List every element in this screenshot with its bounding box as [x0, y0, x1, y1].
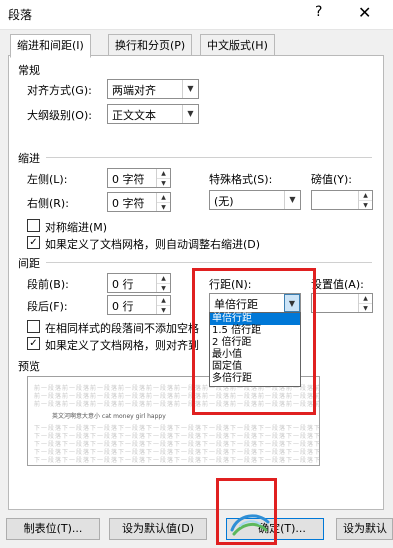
left-indent-spinner[interactable]: ▲ ▼ — [156, 169, 170, 187]
checkbox-box[interactable] — [27, 219, 40, 232]
alignment-value: 两端对齐 — [112, 84, 156, 97]
checkmark-icon[interactable]: ✓ — [27, 337, 40, 350]
tabs-button[interactable]: 制表位(T)... — [6, 518, 100, 540]
chevron-down-icon[interactable]: ▼ — [284, 294, 300, 312]
alignment-select[interactable]: 两端对齐 ▼ — [107, 79, 199, 99]
mirror-indent-label: 对称缩进(M) — [45, 221, 108, 234]
measure-label: 磅值(Y): — [311, 173, 353, 186]
up-arrow-icon[interactable]: ▲ — [157, 193, 170, 202]
space-before-label: 段前(B): — [27, 278, 69, 291]
line-spacing-option[interactable]: 多倍行距 — [210, 373, 300, 385]
chevron-down-icon: ▼ — [182, 105, 198, 123]
line-spacing-option[interactable]: 固定值 — [210, 361, 300, 373]
preview-box: 前一段落前一段落前一段落前一段落前一段落前一段落前一段落前一段落前一段落前一段落… — [27, 376, 320, 466]
set-default-button[interactable]: 设为默认值(D) — [109, 518, 207, 540]
measure-input[interactable]: ▲ ▼ — [311, 190, 373, 210]
ok-suffix: (T)... — [280, 522, 306, 535]
left-indent-label: 左侧(L): — [27, 173, 68, 186]
right-indent-input[interactable]: 0 字符 ▲ ▼ — [107, 192, 171, 212]
right-indent-value: 0 字符 — [112, 197, 145, 210]
space-after-spinner[interactable]: ▲ ▼ — [156, 296, 170, 314]
special-format-select[interactable]: (无) ▼ — [209, 190, 301, 210]
up-arrow-icon[interactable]: ▲ — [157, 296, 170, 305]
line-spacing-label: 行距(N): — [209, 278, 252, 291]
tab-line-page-breaks[interactable]: 换行和分页(P) — [108, 34, 193, 56]
down-arrow-icon[interactable]: ▼ — [157, 202, 170, 211]
space-after-value: 0 行 — [112, 300, 134, 313]
space-before-spinner[interactable]: ▲ ▼ — [156, 274, 170, 292]
outline-value: 正文文本 — [112, 109, 156, 122]
window-title: 段落 — [8, 8, 33, 22]
line-spacing-option[interactable]: 最小值 — [210, 349, 300, 361]
watermark-logo — [230, 514, 270, 536]
line-spacing-option[interactable]: 2 倍行距 — [210, 337, 300, 349]
chevron-down-icon: ▼ — [182, 80, 198, 98]
up-arrow-icon[interactable]: ▲ — [359, 294, 372, 303]
set-default-button-2[interactable]: 设为默认 — [336, 518, 393, 540]
space-after-label: 段后(F): — [27, 300, 68, 313]
down-arrow-icon[interactable]: ▼ — [157, 283, 170, 292]
setting-value-label: 设置值(A): — [311, 278, 364, 291]
general-header: 常规 — [18, 64, 40, 77]
down-arrow-icon[interactable]: ▼ — [359, 303, 372, 312]
close-button[interactable]: ✕ — [358, 3, 371, 22]
spacing-header: 间距 — [18, 257, 40, 270]
right-indent-spinner[interactable]: ▲ ▼ — [156, 193, 170, 211]
line-spacing-dropdown: 单倍行距 1.5 倍行距 2 倍行距 最小值 固定值 多倍行距 — [209, 312, 301, 387]
checkmark-icon[interactable]: ✓ — [27, 236, 40, 249]
space-after-input[interactable]: 0 行 ▲ ▼ — [107, 295, 171, 315]
title-bar: 段落 ? ✕ — [0, 0, 393, 30]
up-arrow-icon[interactable]: ▲ — [157, 169, 170, 178]
chevron-down-icon: ▼ — [284, 191, 300, 209]
tab-asian-typography[interactable]: 中文版式(H) — [200, 34, 275, 56]
special-format-value: (无) — [214, 195, 234, 208]
space-before-value: 0 行 — [112, 278, 134, 291]
left-indent-value: 0 字符 — [112, 173, 145, 186]
space-before-input[interactable]: 0 行 ▲ ▼ — [107, 273, 171, 293]
tab-indent-spacing[interactable]: 缩进和间距(I) — [10, 34, 91, 58]
measure-spinner[interactable]: ▲ ▼ — [358, 191, 372, 209]
checkbox-box[interactable] — [27, 320, 40, 333]
snap-to-grid-label: 如果定义了文档网格，则对齐到 — [45, 339, 199, 352]
line-spacing-option[interactable]: 单倍行距 — [210, 313, 300, 325]
spacing-separator — [46, 262, 372, 263]
line-spacing-value: 单倍行距 — [214, 298, 258, 311]
right-indent-label: 右侧(R): — [27, 197, 69, 210]
preview-prev-line: 前一段落前一段落前一段落前一段落前一段落前一段落前一段落前一段落前一段落前一段落… — [34, 401, 320, 408]
line-spacing-option[interactable]: 1.5 倍行距 — [210, 325, 300, 337]
alignment-label: 对齐方式(G): — [27, 84, 92, 97]
preview-header: 预览 — [18, 360, 40, 373]
outline-select[interactable]: 正文文本 ▼ — [107, 104, 199, 124]
left-indent-input[interactable]: 0 字符 ▲ ▼ — [107, 168, 171, 188]
setting-value-spinner[interactable]: ▲ ▼ — [358, 294, 372, 312]
setting-value-input[interactable]: ▲ ▼ — [311, 293, 373, 313]
down-arrow-icon[interactable]: ▼ — [157, 305, 170, 314]
help-button[interactable]: ? — [315, 4, 322, 20]
preview-next-line: 下一段落下一段落下一段落下一段落下一段落下一段落下一段落下一段落下一段落下一段落… — [34, 457, 320, 464]
outline-label: 大纲级别(O): — [27, 109, 92, 122]
indent-header: 缩进 — [18, 152, 40, 165]
line-spacing-select[interactable]: 单倍行距 ▼ — [209, 293, 301, 313]
auto-adjust-label: 如果定义了文档网格，则自动调整右缩进(D) — [45, 238, 261, 251]
down-arrow-icon[interactable]: ▼ — [359, 200, 372, 209]
up-arrow-icon[interactable]: ▲ — [157, 274, 170, 283]
preview-sample-text: 英文河啊意大意小 cat money girl happy — [52, 413, 166, 420]
special-format-label: 特殊格式(S): — [209, 173, 273, 186]
up-arrow-icon[interactable]: ▲ — [359, 191, 372, 200]
down-arrow-icon[interactable]: ▼ — [157, 178, 170, 187]
no-space-label: 在相同样式的段落间不添加空格 — [45, 322, 199, 335]
indent-separator — [46, 157, 372, 158]
